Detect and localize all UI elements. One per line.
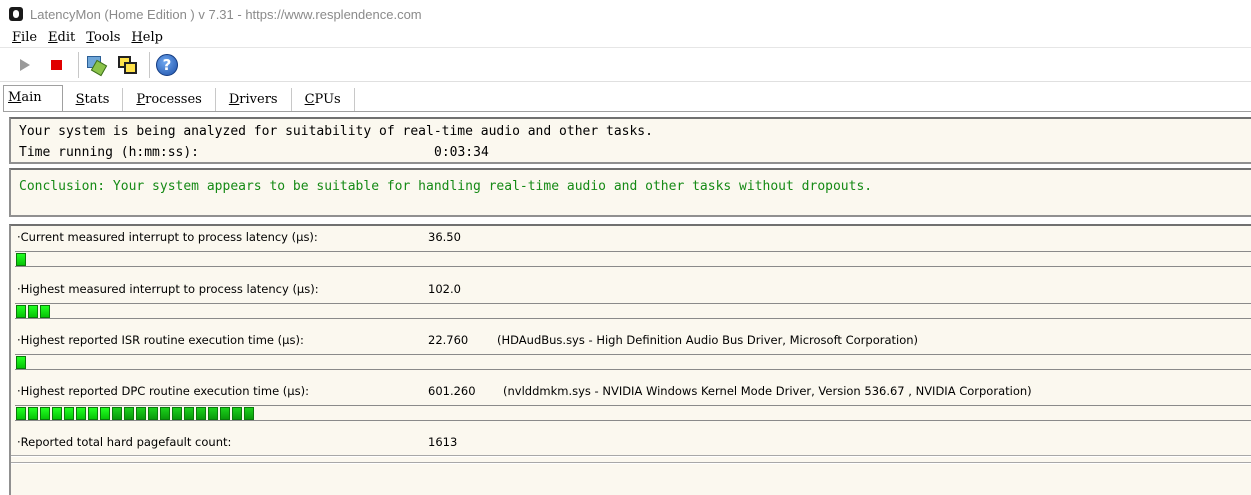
row-divider	[11, 462, 1251, 464]
latency-bar-fill	[16, 407, 256, 420]
metric-row: ·Current measured interrupt to process l…	[11, 226, 1251, 277]
bar-segment	[40, 407, 50, 420]
bar-segment	[100, 407, 110, 420]
metric-label: ·Highest reported ISR routine execution …	[17, 333, 304, 347]
bar-segment	[184, 407, 194, 420]
metric-value: 601.260	[428, 384, 476, 398]
metric-value: 22.760	[428, 333, 469, 347]
metric-detail: (nvlddmkm.sys - NVIDIA Windows Kernel Mo…	[503, 384, 1032, 398]
latency-bar-fill	[16, 253, 28, 266]
menu-tools[interactable]: Tools	[86, 30, 120, 45]
bar-segment	[64, 407, 74, 420]
tools-button[interactable]	[83, 52, 109, 78]
bar-segment	[28, 305, 38, 318]
metric-row: ·Highest reported ISR routine execution …	[11, 329, 1251, 380]
metric-value: 102.0	[428, 282, 461, 296]
play-icon	[20, 58, 30, 71]
conclusion-text: Conclusion: Your system appears to be su…	[19, 179, 873, 194]
tab-strip: Main Stats Processes Drivers CPUs	[0, 84, 1251, 112]
metric-value: 1613	[428, 435, 458, 449]
latency-bar-fill	[16, 356, 28, 369]
analysis-status-text: Your system is being analyzed for suitab…	[19, 124, 653, 139]
main-panel: Your system is being analyzed for suitab…	[3, 111, 1251, 495]
latency-bar	[15, 354, 1251, 370]
tab-cpus[interactable]: CPUs	[292, 88, 355, 112]
conclusion-box: Conclusion: Your system appears to be su…	[9, 168, 1251, 217]
time-running-label: Time running (h:mm:ss):	[19, 145, 200, 160]
windows-button[interactable]	[114, 52, 140, 78]
latencymon-app-icon	[9, 7, 23, 21]
bar-segment	[136, 407, 146, 420]
windows-icon	[116, 54, 138, 76]
metric-row: ·Highest measured interrupt to process l…	[11, 278, 1251, 329]
help-button[interactable]: ?	[154, 52, 180, 78]
latency-bar	[15, 251, 1251, 267]
window-title: LatencyMon (Home Edition ) v 7.31 - http…	[30, 6, 422, 22]
metric-value: 36.50	[428, 230, 461, 244]
metric-row: ·Highest reported DPC routine execution …	[11, 380, 1251, 431]
title-bar: LatencyMon (Home Edition ) v 7.31 - http…	[0, 0, 1251, 28]
bar-segment	[124, 407, 134, 420]
tab-main[interactable]: Main	[3, 85, 63, 112]
toolbar-separator	[78, 51, 79, 78]
toolbar-separator	[149, 51, 150, 78]
bar-segment	[88, 407, 98, 420]
bar-segment	[148, 407, 158, 420]
bar-segment	[28, 407, 38, 420]
menu-file[interactable]: File	[12, 30, 37, 45]
bar-segment	[52, 407, 62, 420]
menu-help[interactable]: Help	[131, 30, 163, 45]
metrics-box: ·Current measured interrupt to process l…	[9, 224, 1251, 495]
bar-segment	[232, 407, 242, 420]
bar-segment	[196, 407, 206, 420]
bar-segment	[76, 407, 86, 420]
time-running-value: 0:03:34	[434, 145, 489, 160]
stop-button[interactable]	[43, 52, 69, 78]
tab-drivers[interactable]: Drivers	[216, 88, 292, 112]
tab-processes[interactable]: Processes	[123, 88, 216, 112]
metric-row: ·Reported total hard pagefault count: 16…	[11, 431, 1251, 482]
metric-label: ·Highest reported DPC routine execution …	[17, 384, 309, 398]
tab-stats[interactable]: Stats	[63, 88, 124, 112]
metric-detail: (HDAudBus.sys - High Definition Audio Bu…	[497, 333, 919, 347]
stop-icon	[50, 59, 62, 70]
row-divider	[11, 455, 1251, 457]
bar-segment	[160, 407, 170, 420]
start-button[interactable]	[12, 52, 38, 78]
latency-bar-fill	[16, 305, 52, 318]
bar-segment	[16, 407, 26, 420]
tools-icon	[85, 54, 108, 76]
status-box: Your system is being analyzed for suitab…	[9, 117, 1251, 164]
bar-segment	[208, 407, 218, 420]
help-icon: ?	[156, 53, 178, 76]
metric-label: ·Reported total hard pagefault count:	[17, 435, 232, 449]
latency-bar	[15, 405, 1251, 421]
metric-label: ·Current measured interrupt to process l…	[17, 230, 318, 244]
menu-edit[interactable]: Edit	[48, 30, 75, 45]
bar-segment	[16, 305, 26, 318]
latency-bar	[15, 303, 1251, 319]
menu-bar: File Edit Tools Help	[0, 28, 1251, 48]
metric-label: ·Highest measured interrupt to process l…	[17, 282, 319, 296]
bar-segment	[244, 407, 254, 420]
bar-segment	[40, 305, 50, 318]
bar-segment	[220, 407, 230, 420]
toolbar: ?	[0, 48, 1251, 82]
bar-segment	[112, 407, 122, 420]
bar-segment	[16, 356, 26, 369]
bar-segment	[172, 407, 182, 420]
bar-segment	[16, 253, 26, 266]
